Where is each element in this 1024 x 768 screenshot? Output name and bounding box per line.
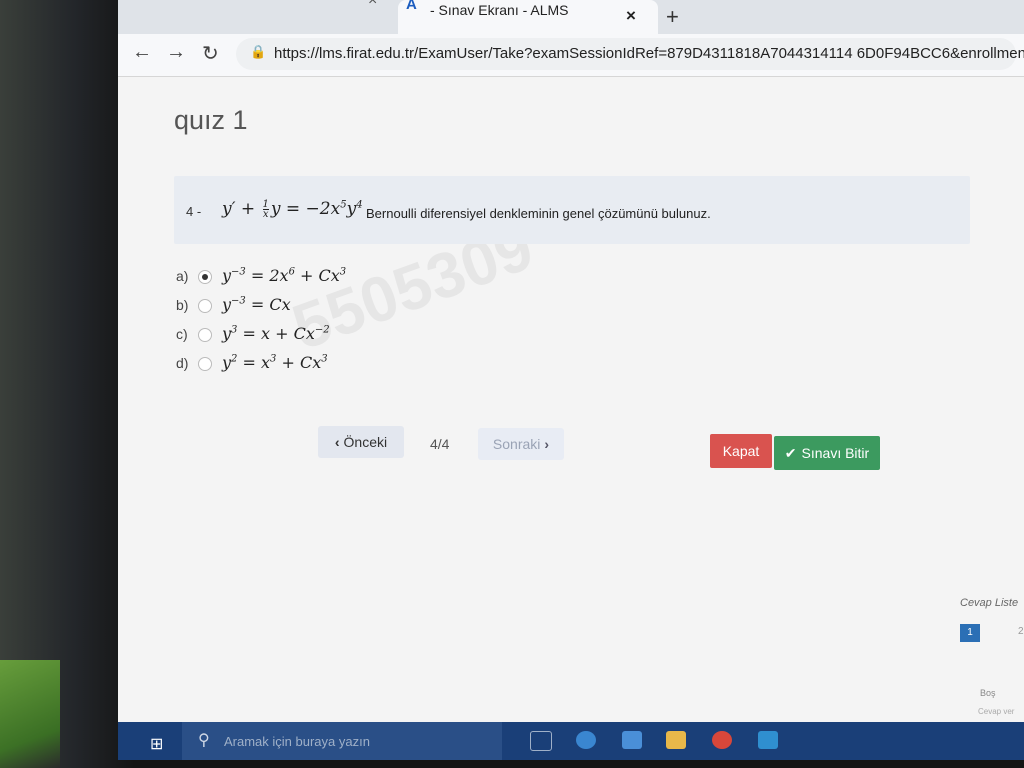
answer-chip[interactable]: 1 <box>960 624 980 642</box>
back-icon[interactable]: ← <box>132 41 152 64</box>
search-icon: ⚲ <box>198 732 210 749</box>
search-placeholder: Aramak için buraya yazın <box>224 734 370 749</box>
mail-icon[interactable] <box>758 731 778 749</box>
page-title: quız 1 <box>174 105 248 135</box>
previous-button[interactable]: ‹ Önceki <box>318 426 404 458</box>
next-label: Sonraki <box>492 436 541 452</box>
background-object <box>0 660 60 768</box>
taskbar-search[interactable]: ⚲ Aramak için buraya yazın <box>182 722 502 760</box>
edge-icon[interactable] <box>576 731 596 749</box>
question-box: 4 - y′ + 1xy = −2x5y4 Bernoulli diferens… <box>174 176 970 244</box>
windows-start-icon[interactable]: ⊞ <box>150 734 163 754</box>
lock-icon: 🔒 <box>250 44 267 59</box>
legend-answered: Cevap ver <box>978 707 1015 716</box>
radio-button[interactable] <box>198 299 212 313</box>
option-label: d) <box>176 355 189 371</box>
question-number: 4 - <box>186 204 202 219</box>
address-bar[interactable]: 🔒 https://lms.firat.edu.tr/ExamUser/Take… <box>236 38 1024 70</box>
close-icon[interactable]: × <box>368 0 377 10</box>
tab-title[interactable]: - Sınav Ekranı - ALMS <box>430 2 569 18</box>
check-icon: ✔ <box>784 444 797 461</box>
next-button[interactable]: Sonraki › <box>478 428 564 460</box>
forward-icon[interactable]: → <box>166 41 186 64</box>
finish-exam-button[interactable]: ✔ Sınavı Bitir <box>774 436 880 470</box>
radio-button[interactable] <box>198 328 212 342</box>
url-text[interactable]: https://lms.firat.edu.tr/ExamUser/Take?e… <box>274 45 1024 62</box>
reload-icon[interactable]: ↻ <box>202 41 219 66</box>
new-tab-button[interactable]: + <box>666 4 679 30</box>
chevron-left-icon: ‹ <box>334 434 340 450</box>
screen: × A - Sınav Ekranı - ALMS × + ← → ↻ 🔒 ht… <box>118 0 1024 760</box>
legend-empty: Boş <box>980 688 996 698</box>
previous-label: Önceki <box>343 434 388 450</box>
taskbar: ⊞ ⚲ Aramak için buraya yazın <box>118 722 1024 760</box>
chrome-icon[interactable] <box>712 731 732 749</box>
answer-list-title: Cevap Liste <box>960 597 1019 609</box>
chevron-right-icon: › <box>544 436 550 452</box>
favicon-icon: A <box>406 0 417 13</box>
question-text: Bernoulli diferensiyel denkleminin genel… <box>366 206 711 221</box>
option-equation: y−3 = Cx <box>222 295 291 314</box>
option-equation: y2 = x3 + Cx3 <box>222 353 328 372</box>
question-equation: y′ + 1xy = −2x5y4 <box>222 199 363 220</box>
option-equation: y3 = x + Cx−2 <box>222 324 330 343</box>
option-label: a) <box>176 268 189 284</box>
monitor-bezel <box>0 0 135 768</box>
option-label: b) <box>176 297 189 313</box>
radio-button[interactable] <box>198 357 212 371</box>
option-label: c) <box>176 326 188 342</box>
folder-icon[interactable] <box>666 731 686 749</box>
browser-toolbar: ← → ↻ 🔒 https://lms.firat.edu.tr/ExamUse… <box>118 34 1024 77</box>
tab-close-icon[interactable]: × <box>626 6 636 26</box>
radio-button[interactable] <box>198 270 212 284</box>
close-button[interactable]: Kapat <box>710 434 772 468</box>
task-view-icon[interactable] <box>530 731 552 751</box>
store-icon[interactable] <box>622 731 642 749</box>
finish-label: Sınavı Bitir <box>801 445 870 461</box>
option-equation: y−3 = 2x6 + Cx3 <box>222 266 347 285</box>
tab-bar: × A - Sınav Ekranı - ALMS × + <box>118 0 1024 34</box>
answer-chip[interactable]: 2 <box>1018 626 1024 637</box>
page-indicator: 4/4 <box>430 436 450 452</box>
